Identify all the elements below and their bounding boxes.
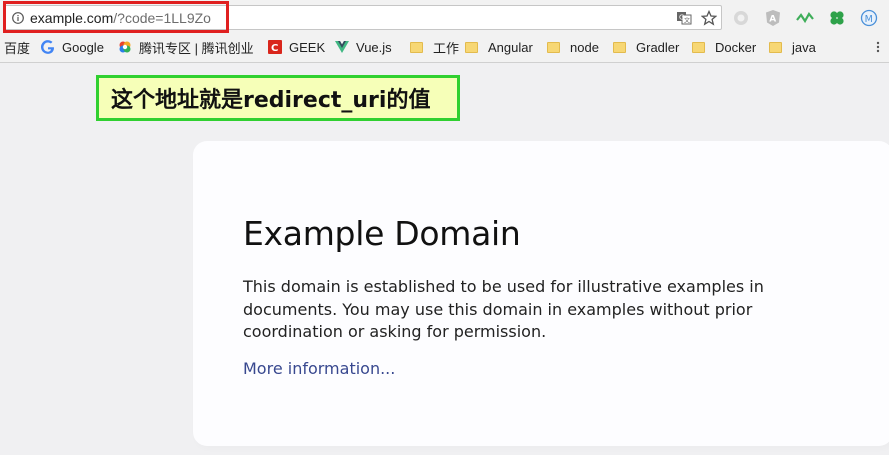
folder-icon [692, 41, 705, 53]
bookmark-tencent[interactable]: 腾讯专区 | 腾讯创业 [118, 38, 254, 56]
folder-icon [613, 41, 626, 53]
bookmark-folder-docker[interactable]: Docker [692, 38, 756, 56]
bookmark-label: GEEK [289, 39, 326, 55]
address-bar[interactable]: example.com/?code=1LL9Zo G 文 [4, 5, 722, 30]
folder-icon [465, 41, 478, 53]
bookmark-vue[interactable]: Vue.js [335, 38, 392, 56]
geek-icon: C [268, 40, 282, 54]
bookmark-folder-work[interactable]: 工作 [410, 38, 459, 56]
content-card: Example Domain This domain is establishe… [193, 141, 889, 446]
bookmarks-bar: 百度 Google 腾讯专区 | 腾讯创业 C GEEK Vue.js 工作 A… [0, 36, 889, 58]
page-description: This domain is established to be used fo… [243, 277, 764, 341]
url-text[interactable]: example.com/?code=1LL9Zo [30, 10, 211, 26]
google-icon [41, 40, 54, 54]
page-title: Example Domain [243, 214, 521, 253]
folder-icon [547, 41, 560, 53]
bookmark-folder-gradler[interactable]: Gradler [613, 38, 679, 56]
bookmark-label: Angular [488, 39, 533, 55]
svg-text:A: A [769, 15, 776, 25]
bookmark-baidu[interactable]: 百度 [4, 38, 30, 56]
bookmark-label: node [570, 39, 599, 55]
bookmark-label: 腾讯专区 | 腾讯创业 [139, 40, 254, 56]
svg-text:C: C [271, 43, 278, 54]
bookmark-label: Gradler [636, 39, 680, 55]
bookmark-label: 工作 [433, 40, 460, 56]
clover-extension-icon[interactable] [828, 9, 846, 27]
bookmark-label: 百度 [4, 40, 31, 56]
translate-icon[interactable]: G 文 [676, 10, 692, 26]
folder-icon [769, 41, 782, 53]
bookmark-folder-java[interactable]: java [769, 38, 816, 56]
more-bookmarks-icon[interactable] [876, 40, 880, 54]
url-host: example.com [30, 10, 114, 26]
bookmark-google[interactable]: Google [41, 38, 104, 56]
m-extension-icon[interactable]: M [860, 9, 878, 27]
angular-extension-icon[interactable]: A [764, 9, 782, 27]
browser-toolbar: example.com/?code=1LL9Zo G 文 A M 百度 Goog… [0, 0, 889, 63]
bookmark-star-icon[interactable] [701, 10, 717, 26]
annotation-callout: 这个地址就是redirect_uri的值 [96, 75, 460, 121]
bookmark-geek[interactable]: C GEEK [268, 38, 325, 56]
bookmark-label: java [792, 39, 816, 55]
info-icon[interactable] [12, 12, 24, 24]
svg-text:文: 文 [684, 17, 690, 25]
url-query: /?code=1LL9Zo [113, 10, 211, 26]
svg-text:M: M [865, 14, 873, 25]
bookmark-folder-node[interactable]: node [547, 38, 599, 56]
bookmark-label: Docker [715, 39, 757, 55]
tencent-icon [119, 41, 131, 53]
vue-icon [335, 41, 349, 53]
pulse-extension-icon[interactable] [796, 9, 814, 27]
bookmark-label: Google [62, 39, 104, 55]
bookmark-folder-angular[interactable]: Angular [465, 38, 533, 56]
bookmark-label: Vue.js [356, 39, 392, 55]
more-info-link[interactable]: More information... [243, 359, 395, 378]
folder-icon [410, 41, 423, 53]
extension-gray-icon[interactable] [732, 9, 750, 27]
